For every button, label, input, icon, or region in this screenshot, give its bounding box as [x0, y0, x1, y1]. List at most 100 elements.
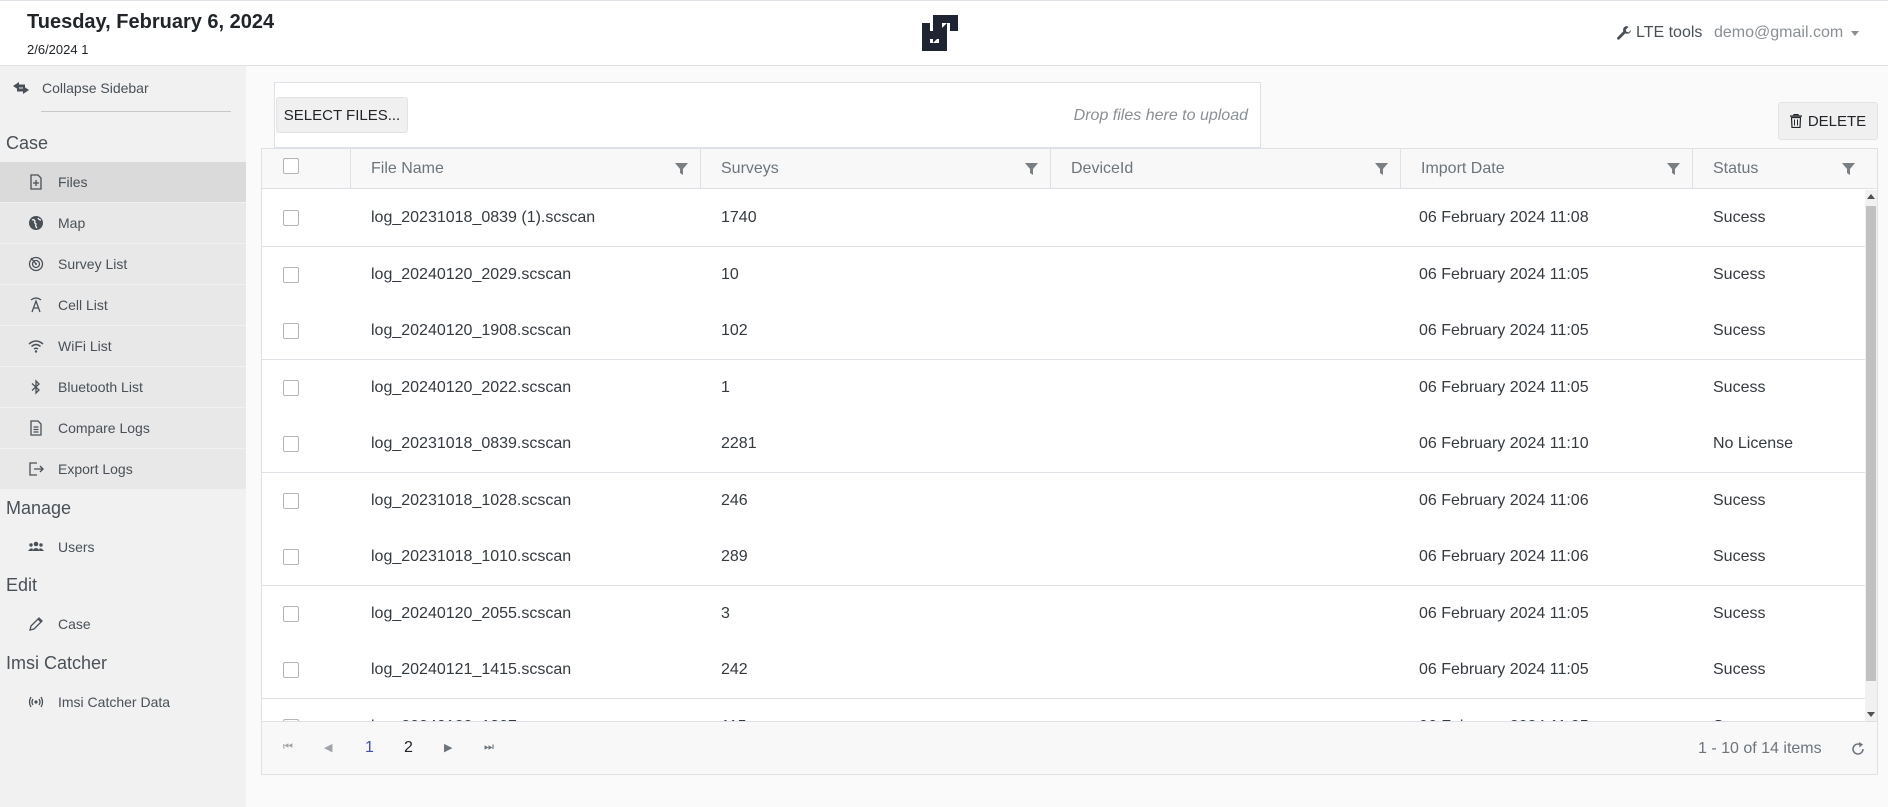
cell-status: Sucess	[1713, 209, 1766, 226]
column-header-label: Status	[1713, 160, 1759, 177]
cell-import-date: 06 February 2024 11:05	[1419, 322, 1589, 339]
table-row[interactable]: log_20231018_1010.scscan 289 06 February 2…	[262, 529, 1867, 586]
sidebar-item-survey-list[interactable]: Survey List	[0, 244, 246, 284]
filter-icon[interactable]	[1667, 163, 1680, 175]
files-grid: File Name Surveys DeviceId Import Date S…	[261, 148, 1878, 775]
sidebar-item-label: Survey List	[58, 256, 128, 272]
scroll-up-icon[interactable]	[1867, 194, 1875, 199]
page-1-button[interactable]: 1	[365, 739, 374, 757]
table-row[interactable]: log_20240121_1415.scscan 242 06 February 2…	[262, 642, 1867, 699]
filter-icon[interactable]	[1025, 163, 1038, 175]
table-row[interactable]: log_20240120_1908.scscan 102 06 February 2…	[262, 303, 1867, 360]
sidebar-item-users[interactable]: Users	[0, 527, 246, 567]
file-upload-zone[interactable]: SELECT FILES... Drop files here to uploa…	[274, 82, 1261, 148]
row-checkbox[interactable]	[283, 436, 299, 452]
table-row[interactable]: log_20240120_1307.scscan11506 February 2…	[262, 698, 1867, 721]
cell-file-name: log_20240120_2055.scscan	[371, 604, 572, 622]
table-row[interactable]: log_20240120_2022.scscan 1 06 February 202…	[262, 359, 1867, 417]
sidebar-item-bluetooth-list[interactable]: Bluetooth List	[0, 367, 246, 407]
pencil-icon	[29, 617, 43, 631]
row-checkbox[interactable]	[283, 492, 299, 509]
section-edit: Edit	[6, 575, 38, 595]
sidebar-item-export-logs[interactable]: Export Logs	[0, 449, 246, 489]
cell-file-name: log_20231018_1010.scscan	[371, 548, 572, 565]
sidebar-item-label: Files	[58, 174, 88, 190]
cell-import-date: 06 February 2024 11:05	[1419, 604, 1589, 622]
sidebar-item-imsi-catcher-data[interactable]: Imsi Catcher Data	[0, 682, 246, 722]
cell-surveys: 2281	[721, 435, 757, 452]
lte-tools-label: LTE tools	[1636, 24, 1703, 41]
page-2-button[interactable]: 2	[404, 739, 413, 757]
table-row[interactable]: log_20240120_2029.scscan 10 06 February 20…	[262, 246, 1867, 304]
sidebar-item-cell-list[interactable]: Cell List	[0, 285, 246, 325]
first-page-icon[interactable]: ⏮	[283, 741, 293, 754]
sidebar-item-label: WiFi List	[58, 338, 112, 354]
broadcast-icon	[28, 696, 44, 708]
row-checkbox[interactable]	[283, 323, 299, 339]
header-date: Tuesday, February 6, 2024	[27, 11, 275, 33]
scroll-down-icon[interactable]	[1867, 712, 1875, 717]
cell-status: Sucess	[1713, 322, 1766, 339]
sidebar-item-compare-logs[interactable]: Compare Logs	[0, 408, 246, 448]
scrollbar-thumb[interactable]	[1866, 206, 1876, 681]
row-checkbox[interactable]	[283, 266, 299, 283]
row-checkbox[interactable]	[283, 605, 299, 622]
header-subtitle: 2/6/2024 1	[27, 42, 89, 57]
prev-page-icon[interactable]: ◀	[324, 741, 332, 754]
section-imsi-catcher: Imsi Catcher	[6, 653, 108, 673]
cell-surveys: 242	[721, 661, 748, 678]
column-header-device-id[interactable]: DeviceId	[1050, 149, 1400, 189]
filter-icon[interactable]	[1375, 163, 1388, 175]
collapse-sidebar-button[interactable]: Collapse Sidebar	[12, 80, 149, 96]
sidebar-item-label: Case	[58, 616, 91, 632]
wrench-icon	[1617, 26, 1631, 40]
users-icon	[28, 541, 44, 551]
row-checkbox[interactable]	[283, 379, 299, 396]
column-header-status[interactable]: Status	[1692, 149, 1867, 189]
table-row[interactable]: log_20231018_0839 (1).scscan 1740 06 Febru…	[262, 190, 1867, 247]
table-row[interactable]: log_20231018_0839.scscan 2281 06 February …	[262, 416, 1867, 473]
filter-icon[interactable]	[1842, 163, 1855, 175]
filter-icon[interactable]	[675, 163, 688, 175]
bluetooth-icon	[31, 379, 40, 395]
table-row[interactable]: log_20240120_2055.scscan 3 06 February 202…	[262, 585, 1867, 643]
sidebar-item-map[interactable]: Map	[0, 203, 246, 243]
table-row[interactable]: log_20231018_1028.scscan 246 06 February 2…	[262, 472, 1867, 530]
column-header-label: File Name	[371, 160, 444, 177]
sidebar-divider	[41, 111, 231, 112]
chevron-down-icon	[1851, 30, 1860, 36]
last-page-icon[interactable]: ⏭	[484, 741, 494, 754]
delete-button[interactable]: DELETE	[1778, 102, 1878, 140]
cell-tower-icon	[30, 297, 42, 313]
column-header-surveys[interactable]: Surveys	[700, 149, 1050, 189]
cell-import-date: 06 February 2024 11:06	[1419, 548, 1589, 565]
globe-icon	[29, 216, 43, 230]
vertical-scrollbar[interactable]	[1865, 190, 1877, 721]
cell-surveys: 1	[721, 378, 730, 396]
user-email: demo@gmail.com	[1714, 24, 1844, 41]
radar-icon	[28, 256, 44, 272]
sidebar-item-case-edit[interactable]: Case	[0, 604, 246, 644]
sidebar-item-files[interactable]: Files	[0, 162, 246, 202]
sidebar-item-wifi-list[interactable]: WiFi List	[0, 326, 246, 366]
next-page-icon[interactable]: ▶	[444, 741, 452, 754]
row-checkbox[interactable]	[283, 662, 299, 678]
column-header-label: Import Date	[1421, 160, 1505, 177]
wifi-icon	[28, 340, 44, 353]
row-checkbox[interactable]	[283, 549, 299, 565]
sidebar-item-label: Map	[58, 215, 86, 231]
select-files-button[interactable]: SELECT FILES...	[276, 97, 408, 133]
column-header-file-name[interactable]: File Name	[350, 149, 700, 189]
section-manage: Manage	[6, 498, 72, 518]
refresh-icon[interactable]	[1850, 741, 1866, 757]
user-menu[interactable]: demo@gmail.com	[1714, 24, 1860, 42]
cell-file-name: log_20240120_2022.scscan	[371, 378, 572, 396]
cell-file-name: log_20240120_2029.scscan	[371, 265, 572, 283]
row-checkbox[interactable]	[283, 210, 299, 226]
lte-tools-menu[interactable]: LTE tools	[1616, 24, 1702, 42]
cell-status: Sucess	[1713, 661, 1766, 678]
column-header-import-date[interactable]: Import Date	[1400, 149, 1692, 189]
select-all-checkbox[interactable]	[283, 158, 299, 174]
export-icon	[29, 462, 44, 476]
app-logo-icon	[922, 15, 958, 51]
